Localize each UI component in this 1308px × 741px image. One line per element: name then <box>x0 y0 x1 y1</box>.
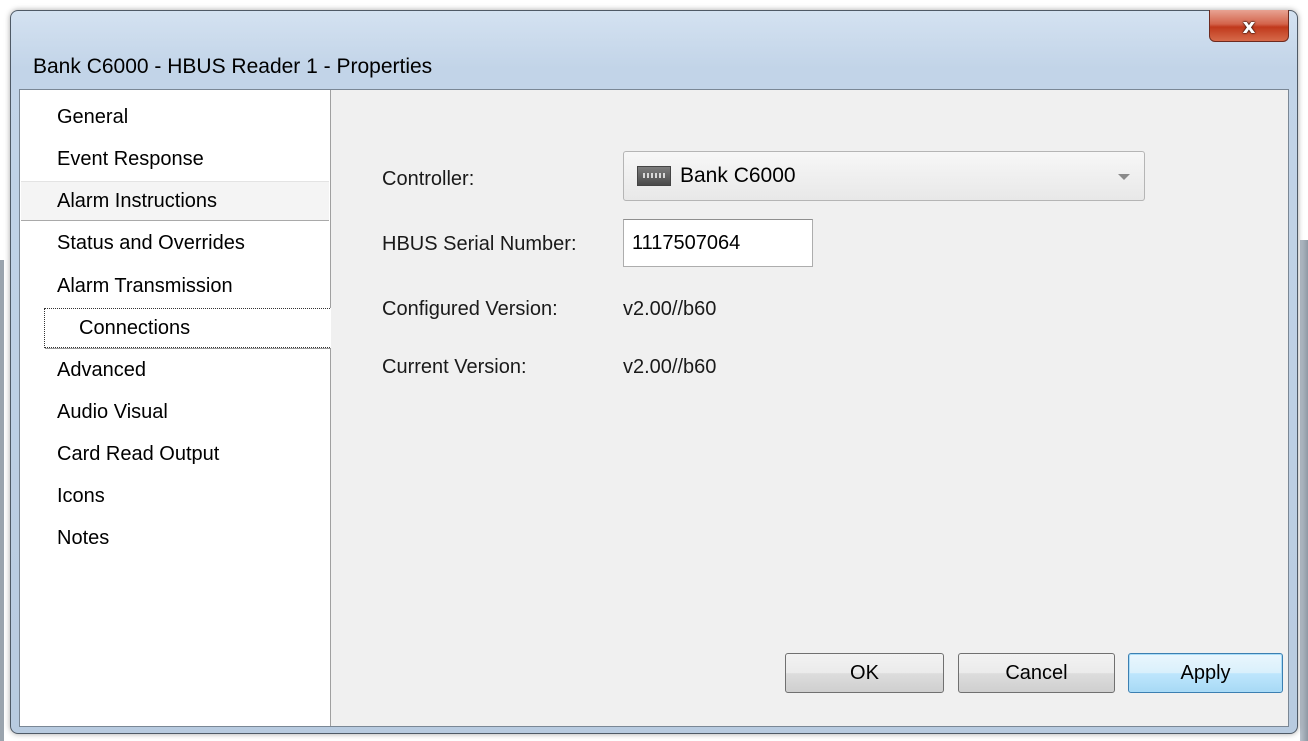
sidebar-nav: General Event Response Alarm Instruction… <box>20 90 334 726</box>
close-icon: x <box>1242 13 1256 38</box>
apply-button[interactable]: Apply <box>1128 653 1283 693</box>
sidebar-item-advanced[interactable]: Advanced <box>21 350 329 390</box>
controller-dropdown[interactable]: Bank C6000 <box>623 151 1145 201</box>
cancel-button[interactable]: Cancel <box>958 653 1115 693</box>
configured-version-label: Configured Version: <box>382 298 558 320</box>
controller-device-icon <box>637 166 671 186</box>
sidebar-item-status-and-overrides[interactable]: Status and Overrides <box>21 223 329 263</box>
controller-selected-value: Bank C6000 <box>680 164 796 187</box>
sidebar-item-label: Alarm Transmission <box>57 274 233 297</box>
chevron-down-icon[interactable] <box>1118 174 1130 180</box>
sidebar-item-event-response[interactable]: Event Response <box>21 139 329 179</box>
sidebar-item-label: Alarm Instructions <box>57 189 218 212</box>
dialog-client-area: General Event Response Alarm Instruction… <box>19 89 1289 727</box>
title-bar[interactable]: Bank C6000 - HBUS Reader 1 - Properties … <box>11 10 1297 89</box>
sidebar-item-label: Status and Overrides <box>57 231 245 254</box>
serial-number-label: HBUS Serial Number: <box>382 233 577 255</box>
ok-button[interactable]: OK <box>785 653 944 693</box>
sidebar-item-card-read-output[interactable]: Card Read Output <box>21 434 329 474</box>
sidebar-item-alarm-instructions[interactable]: Alarm Instructions <box>21 181 329 221</box>
sidebar-item-audio-visual[interactable]: Audio Visual <box>21 392 329 432</box>
sidebar-item-general[interactable]: General <box>21 97 329 137</box>
sidebar-item-label: General <box>57 105 129 128</box>
current-version-value: v2.00//b60 <box>623 356 717 378</box>
background-window-edge-left <box>0 260 4 741</box>
window-title: Bank C6000 - HBUS Reader 1 - Properties <box>33 55 433 78</box>
sidebar-item-alarm-transmission[interactable]: Alarm Transmission <box>21 266 329 306</box>
sidebar-item-label: Card Read Output <box>57 442 220 465</box>
sidebar-item-label: Audio Visual <box>57 400 168 423</box>
properties-dialog: Bank C6000 - HBUS Reader 1 - Properties … <box>10 10 1298 734</box>
configured-version-value: v2.00//b60 <box>623 298 717 320</box>
current-version-label: Current Version: <box>382 356 527 378</box>
background-window-edge-right <box>1300 240 1308 741</box>
close-button[interactable]: x <box>1209 10 1289 42</box>
serial-number-input[interactable] <box>623 219 813 267</box>
sidebar-item-label: Advanced <box>57 358 146 381</box>
sidebar-item-label: Notes <box>57 526 110 549</box>
sidebar-item-label: Icons <box>57 484 105 507</box>
sidebar-item-label: Event Response <box>57 147 204 170</box>
sidebar-item-connections[interactable]: Connections <box>44 308 334 348</box>
connections-panel: Controller: Bank C6000 HBUS Serial Numbe… <box>331 90 1288 726</box>
controller-label: Controller: <box>382 168 475 190</box>
sidebar-item-label: Connections <box>79 316 191 339</box>
sidebar-item-icons[interactable]: Icons <box>21 476 329 516</box>
sidebar-item-notes[interactable]: Notes <box>21 518 329 558</box>
